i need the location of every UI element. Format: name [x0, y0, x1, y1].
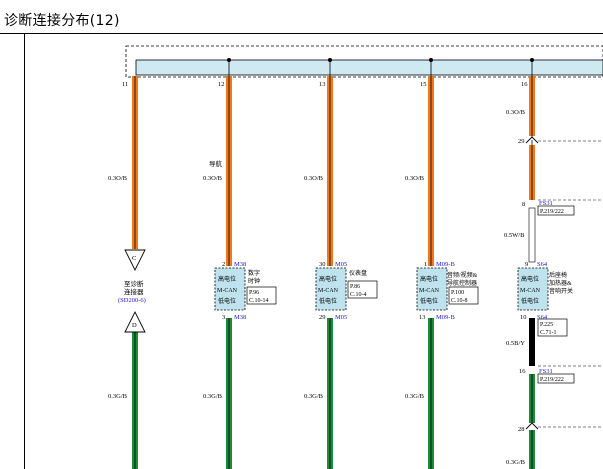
pin-label: 9: [525, 261, 528, 268]
module-name: 仪表盘: [349, 269, 367, 277]
connector-label: M05: [335, 314, 347, 321]
connector-label: S64: [537, 314, 548, 321]
module-high: 高电位: [420, 275, 438, 283]
pin-label: 1: [424, 261, 427, 268]
wire-15-upper: [428, 60, 434, 266]
pin-label: 13: [319, 81, 326, 88]
wire-spec-label: 0.5W/B: [504, 232, 525, 239]
pin-label: 3: [222, 314, 225, 321]
module-can: M-CAN: [217, 288, 238, 294]
module-name: 时钟: [248, 277, 260, 285]
pin-label: 10: [520, 314, 527, 321]
ref-text: P.100: [451, 290, 464, 296]
splice-bus-bar: [135, 59, 603, 76]
module-can: M-CAN: [520, 288, 541, 294]
ref-text: P.219/222: [540, 377, 564, 383]
diag-connector-d-letter: D: [132, 322, 137, 329]
wire-12-upper: [226, 60, 232, 266]
wire-13-lower: [327, 318, 333, 469]
module-name: 音频/视频&: [447, 271, 478, 279]
wire-spec-label: 0.3O/B: [405, 175, 425, 182]
wire-spec-label: 0.3G/B: [405, 393, 425, 400]
module-low: 低电位: [420, 297, 438, 305]
module-low: 低电位: [319, 297, 337, 305]
connector-label: S64: [537, 261, 548, 268]
pin-label: 15: [420, 81, 427, 88]
pin-label: 29: [319, 314, 326, 321]
connector-label: M38: [234, 261, 246, 268]
wire-spec-label: 0.5B/Y: [506, 340, 525, 347]
wire-spec-label: 0.3O/B: [506, 109, 526, 116]
wire-w1: [528, 207, 536, 263]
wiring-diagram: 11 12 13 15 16 0.3O/B 0.3O/B 0.3O/B 0.3O…: [108, 45, 603, 469]
wire-spec-label: 0.3G/B: [304, 393, 324, 400]
pin-label: 16: [519, 368, 526, 375]
ref-text: P.225: [540, 322, 553, 328]
module-can: M-CAN: [419, 288, 440, 294]
wire-spec-label: 0.3O/B: [203, 175, 223, 182]
ref-text: P.96: [249, 290, 259, 296]
module-name: 加热器&: [549, 279, 572, 287]
connector-label: FS31: [539, 200, 553, 207]
wire-spec-label: 0.3G/B: [203, 393, 223, 400]
connector-label: M38: [234, 314, 246, 321]
connector-label: FS31: [539, 368, 553, 375]
module-high: 高电位: [319, 275, 337, 283]
wire-w2: [529, 318, 535, 366]
module-name: 音响开关: [549, 287, 573, 295]
diag-connector-label: 至诊断: [124, 279, 144, 288]
module-can: M-CAN: [318, 288, 339, 294]
ref-text: C.71-1: [540, 330, 557, 336]
diag-connector-label: 连接器: [124, 287, 144, 296]
wire-spec-label: 0.3G/B: [506, 459, 526, 466]
wire-spec-label: 0.3O/B: [304, 175, 324, 182]
module-name: 数字: [248, 269, 260, 277]
ref-text: C.10-14: [249, 298, 269, 304]
module-name: 后座椅: [549, 271, 567, 279]
module-name: 导航控制器: [447, 279, 477, 287]
pin-label: 16: [521, 81, 528, 88]
pin-label: 28: [518, 426, 525, 433]
diag-connector-ref: (SD200-6): [118, 297, 146, 304]
pin-label: 2: [222, 261, 225, 268]
wire-12-lower: [226, 318, 232, 469]
module-low: 低电位: [218, 297, 236, 305]
pin-label: 8: [522, 201, 525, 208]
module-high: 高电位: [521, 275, 539, 283]
pin-label: 29: [518, 138, 525, 145]
wire-16-upper: [529, 60, 535, 200]
ref-text: P.86: [350, 284, 360, 290]
pin-label: 30: [319, 261, 326, 268]
pin-label: 12: [218, 81, 225, 88]
ref-text: C.10-8: [451, 298, 468, 304]
connector-break-28: [525, 422, 603, 430]
wire-11-lower: [132, 330, 138, 469]
wire-16-lower: [529, 374, 535, 469]
ref-text: C.10-4: [350, 292, 367, 298]
wire-15-lower: [428, 318, 434, 469]
module-high: 高电位: [218, 275, 236, 283]
wire-spec-label: 0.3G/B: [108, 393, 128, 400]
diag-connector-c-letter: C: [132, 255, 136, 262]
wire-spec-label: 0.3O/B: [108, 175, 128, 182]
nav-label: 导航: [209, 159, 223, 168]
connector-label: M09-B: [436, 314, 455, 321]
wire-13-upper: [327, 60, 333, 266]
pin-label: 11: [122, 81, 128, 88]
module-low: 低电位: [521, 297, 539, 305]
connector-label: M05: [335, 261, 347, 268]
ref-text: P.219/222: [540, 209, 564, 215]
connector-break-29: [525, 136, 603, 144]
pin-label: 13: [419, 314, 426, 321]
connector-label: M09-B: [436, 261, 455, 268]
wire-11-upper: [132, 76, 138, 249]
